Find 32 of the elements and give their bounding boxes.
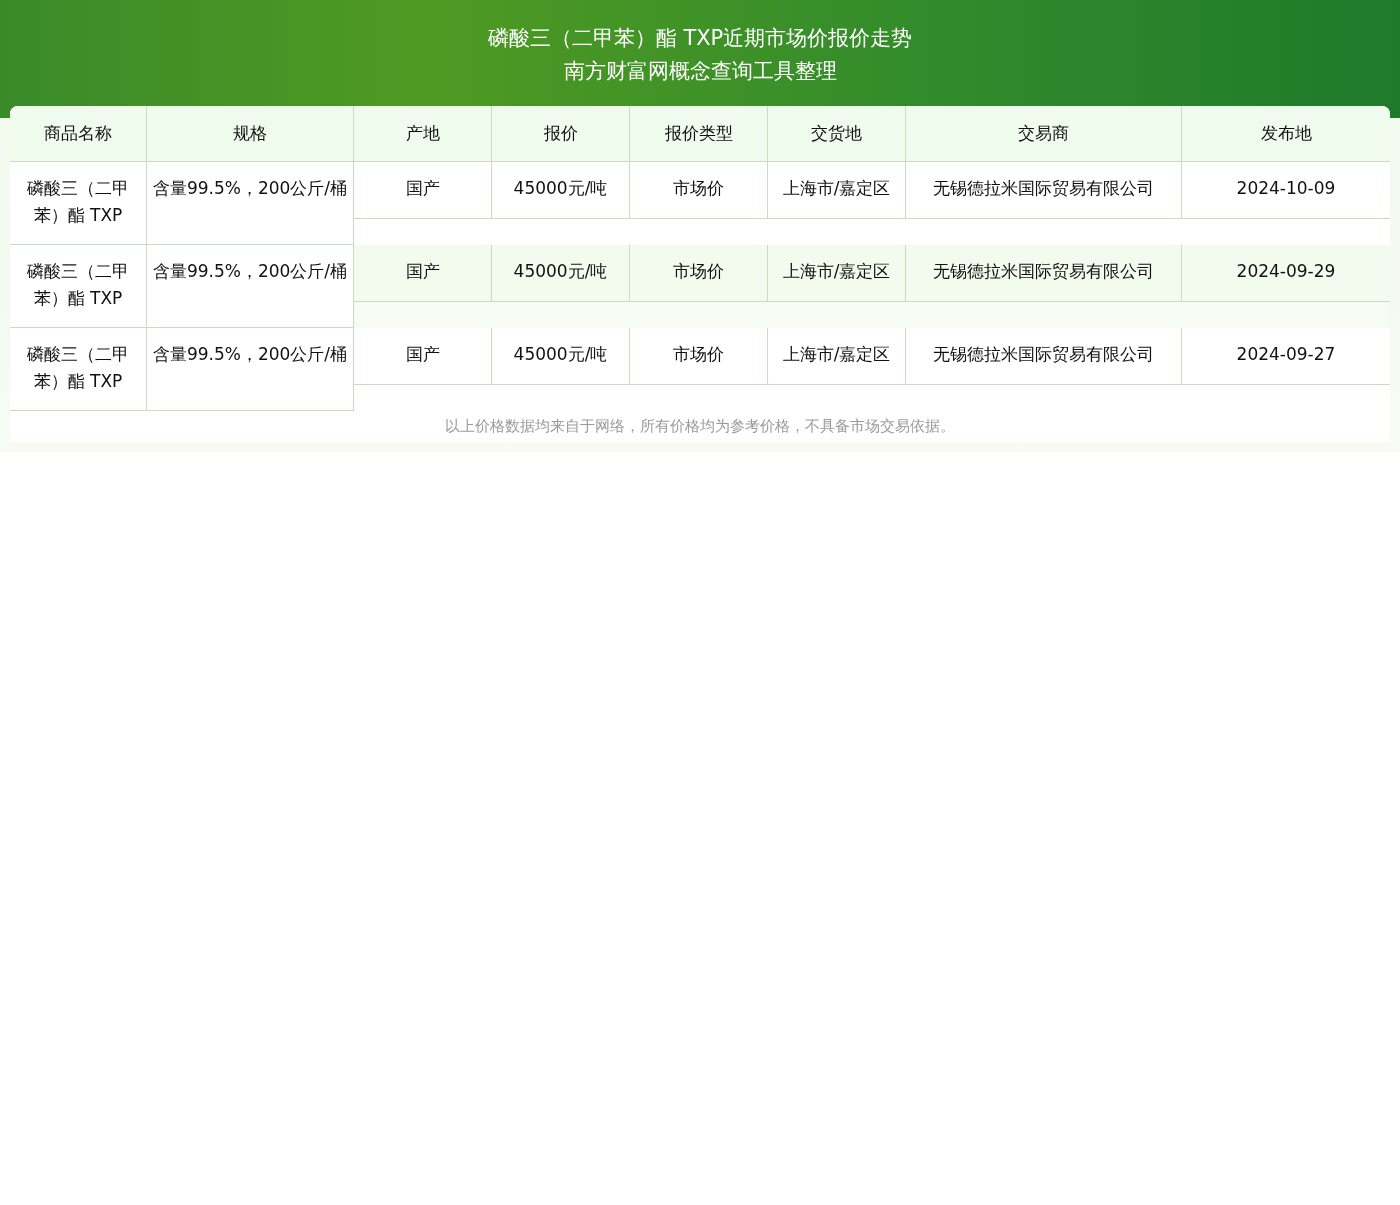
table-cell: 磷酸三（二甲苯）酯 TXP [10,245,147,328]
table-cell: 45000元/吨 [492,245,630,301]
table-cell-text: 2024-09-27 [1235,343,1337,366]
column-header: 商品名称 [10,106,147,161]
table-cell: 国产 [354,245,492,301]
table-cell-text: 2024-10-09 [1235,177,1337,200]
table-cell: 国产 [354,328,492,384]
table-cell: 无锡德拉米国际贸易有限公司 [906,328,1182,384]
table-cell: 45000元/吨 [492,328,630,384]
table-cell: 45000元/吨 [492,162,630,218]
table-cell: 磷酸三（二甲苯）酯 TXP [10,328,147,411]
column-header: 规格 [147,106,354,161]
table-cell: 无锡德拉米国际贸易有限公司 [906,245,1182,301]
table-cell: 国产 [354,162,492,218]
table-cell: 磷酸三（二甲苯）酯 TXP [10,162,147,245]
table-cell-text: 2024-09-29 [1235,260,1337,283]
column-header: 报价类型 [630,106,768,161]
table-cell: 上海市/嘉定区 [768,245,906,301]
disclaimer-text: 以上价格数据均来自于网络，所有价格均为参考价格，不具备市场交易依据。 [444,416,956,437]
table-cell: 市场价 [630,328,768,384]
column-header: 报价 [492,106,630,161]
column-header: 交货地 [768,106,906,161]
table-cell: 上海市/嘉定区 [768,328,906,384]
table-cell: 市场价 [630,162,768,218]
column-header: 发布地 [1259,122,1313,145]
column-header: 产地 [354,106,492,161]
page-title: 磷酸三（二甲苯）酯 TXP近期市场价报价走势 [487,25,913,52]
table-cell: 上海市/嘉定区 [768,162,906,218]
column-header: 交易商 [906,106,1182,161]
page-subtitle: 南方财富网概念查询工具整理 [563,58,837,85]
table-cell: 市场价 [630,245,768,301]
table-cell: 无锡德拉米国际贸易有限公司 [906,162,1182,218]
